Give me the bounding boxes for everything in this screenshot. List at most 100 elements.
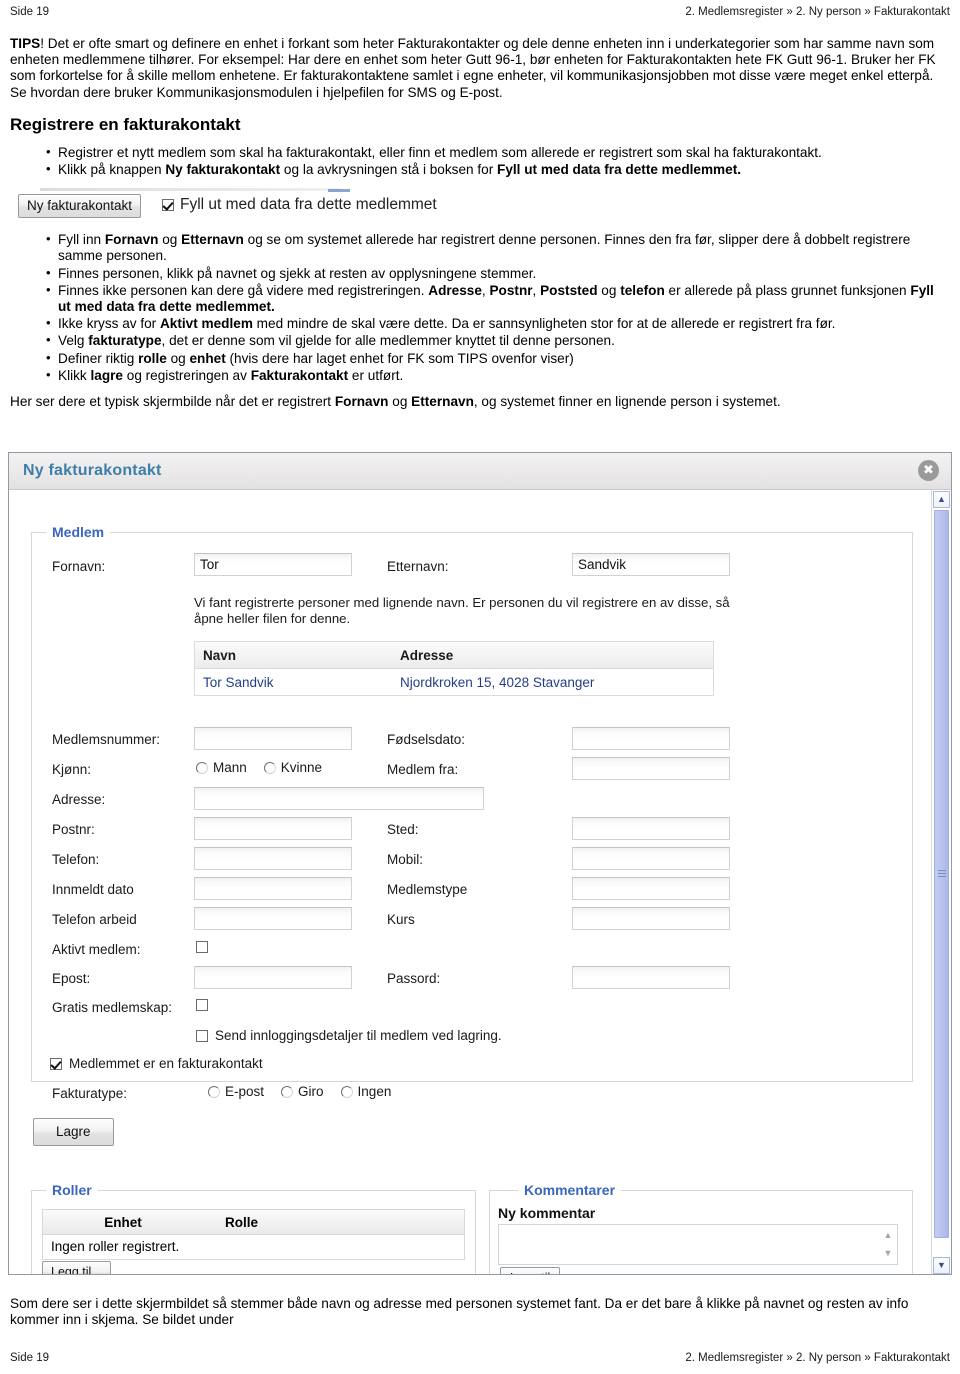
adresse-input[interactable] <box>194 787 484 810</box>
legg-til-kommentar-button[interactable]: Legg til <box>500 1267 561 1274</box>
column-header-enhet: Enhet <box>104 1214 142 1230</box>
kurs-input[interactable] <box>572 907 730 930</box>
fakturatype-radio-group[interactable]: E-post Giro Ingen <box>208 1084 391 1099</box>
cell-adresse: Njordkroken 15, 4028 Stavanger <box>400 674 595 690</box>
scroll-down-arrow-icon[interactable]: ▼ <box>880 1244 896 1262</box>
text-fragment-0: Finnes personen, klikk på navnet og sjek… <box>58 265 537 281</box>
text-fragment-7: telefon <box>620 282 665 298</box>
sted-label: Sted: <box>387 822 419 837</box>
bullet-2-part-c: og la avkrysningen stå i boksen for <box>280 162 498 178</box>
kjonn-label: Kjønn: <box>52 762 92 777</box>
close-icon[interactable]: ✖ <box>918 460 939 481</box>
text-fragment-2: og <box>166 350 190 366</box>
text-fragment-1: fakturatype <box>88 333 162 349</box>
table-row[interactable]: Tor Sandvik Njordkroken 15, 4028 Stavang… <box>195 669 713 695</box>
bullet-2-part-b: Ny fakturakontakt <box>165 162 281 178</box>
text-fragment-2: og <box>388 394 412 410</box>
text-fragment-6: og <box>597 282 621 298</box>
page-header: Side 19 2. Medlemsregister » 2. Ny perso… <box>0 6 960 28</box>
text-fragment-0: Ikke kryss av for <box>58 316 160 332</box>
breadcrumb-header: 2. Medlemsregister » 2. Ny person » Fakt… <box>685 6 950 18</box>
cell-navn[interactable]: Tor Sandvik <box>195 675 400 690</box>
lagre-button[interactable]: Lagre <box>33 1118 114 1146</box>
postnr-input[interactable] <box>194 817 352 840</box>
text-fragment-3: Fakturakontakt <box>250 367 349 383</box>
ny-kommentar-label: Ny kommentar <box>498 1205 596 1221</box>
text-fragment-0: Fyll inn <box>58 232 105 248</box>
table-header-row: Enhet Rolle <box>43 1210 464 1235</box>
fakturatype-ingen-radio[interactable] <box>340 1085 353 1098</box>
text-fragment-5: Poststed <box>540 282 598 298</box>
medlemstype-input[interactable] <box>572 877 730 900</box>
etternavn-input[interactable]: Sandvik <box>572 553 730 576</box>
text-fragment-1: Adresse <box>428 282 482 298</box>
fodselsdato-label: Fødselsdato: <box>387 732 466 747</box>
kommentarer-fieldset: Kommentarer Ny kommentar ▲ ▼ Legg til <box>489 1182 913 1274</box>
bullet-2-part-d: Fyll ut med data fra dette medlemmet. <box>497 162 742 178</box>
dialog-scrollbar[interactable]: ▲ ▼ <box>931 490 951 1274</box>
section-title: Registrere en fakturakontakt <box>10 114 241 134</box>
mobil-input[interactable] <box>572 847 730 870</box>
gratis-medlemskap-checkbox[interactable] <box>196 999 208 1011</box>
fornavn-input[interactable]: Tor <box>194 553 352 576</box>
textarea-scroll-arrows[interactable]: ▲ ▼ <box>880 1226 896 1263</box>
medlem-fra-input[interactable] <box>572 757 730 780</box>
fyll-ut-med-data-checkbox[interactable] <box>162 199 174 212</box>
send-innlogging-row[interactable]: Send innloggingsdetaljer til medlem ved … <box>196 1028 502 1043</box>
text-fragment-2: og registreringen av <box>122 367 251 383</box>
scroll-up-arrow-icon[interactable]: ▲ <box>880 1226 896 1244</box>
er-fakturakontakt-checkbox[interactable] <box>50 1057 62 1070</box>
column-header-navn: Navn <box>203 647 237 663</box>
scroll-down-arrow-icon[interactable]: ▼ <box>933 1257 950 1274</box>
list-item: Ikke kryss av for Aktivt medlem med mind… <box>46 315 950 332</box>
passord-input[interactable] <box>572 966 730 989</box>
list-item: Finnes personen, klikk på navnet og sjek… <box>46 265 950 282</box>
medlemsnummer-input[interactable] <box>194 727 352 750</box>
scroll-up-arrow-icon[interactable]: ▲ <box>933 491 950 508</box>
sted-input[interactable] <box>572 817 730 840</box>
kjonn-mann-label: Mann <box>213 760 247 775</box>
fakturatype-ingen-label: Ingen <box>357 1084 392 1099</box>
list-item: Definer riktig rolle og enhet (hvis dere… <box>46 350 950 367</box>
innmeldt-dato-input[interactable] <box>194 877 352 900</box>
scrollbar-grip-icon <box>938 870 946 878</box>
tips-paragraph: TIPS! Det er ofte smart og definere en e… <box>10 36 950 101</box>
epost-input[interactable] <box>194 966 352 989</box>
text-fragment-0: Klikk <box>58 367 91 383</box>
postnr-label: Postnr: <box>52 822 95 837</box>
ny-fakturakontakt-button[interactable]: Ny fakturakontakt <box>18 194 142 219</box>
text-fragment-4: , og systemet finner en lignende person … <box>473 394 781 410</box>
passord-label: Passord: <box>387 971 441 986</box>
bullet-2-part-a: Klikk på knappen <box>58 162 166 178</box>
fakturatype-giro-radio[interactable] <box>281 1085 294 1098</box>
aktivt-medlem-checkbox[interactable] <box>196 941 208 953</box>
text-fragment-2: , det er denne som vil gjelde for alle m… <box>161 333 615 349</box>
fakturatype-epost-radio[interactable] <box>208 1085 220 1098</box>
fyll-ut-med-data-checkbox-row[interactable]: Fyll ut med data fra dette medlemmet <box>162 196 437 214</box>
text-fragment-3: Postnr <box>489 282 533 298</box>
kjonn-mann-radio[interactable] <box>196 761 208 774</box>
fodselsdato-input[interactable] <box>572 727 730 750</box>
intro-after-bullets: Her ser dere et typisk skjermbilde når d… <box>10 394 950 410</box>
page-number-header: Side 19 <box>10 6 50 18</box>
er-fakturakontakt-row[interactable]: Medlemmet er en fakturakontakt <box>50 1056 263 1071</box>
adresse-label: Adresse: <box>52 792 106 807</box>
er-fakturakontakt-label: Medlemmet er en fakturakontakt <box>69 1056 263 1071</box>
send-innlogging-checkbox[interactable] <box>196 1029 208 1042</box>
similar-persons-table[interactable]: Navn Adresse Tor Sandvik Njordkroken 15,… <box>194 641 714 696</box>
ny-kommentar-textarea[interactable]: ▲ ▼ <box>498 1224 898 1265</box>
text-fragment-0: Finnes ikke personen kan dere gå videre … <box>58 282 429 298</box>
kjonn-kvinne-radio[interactable] <box>263 761 276 774</box>
scrollbar-thumb[interactable] <box>934 510 949 1238</box>
gratis-medlemskap-label: Gratis medlemskap: <box>52 1000 173 1015</box>
etternavn-label: Etternavn: <box>387 559 449 574</box>
tips-label: TIPS <box>10 36 41 51</box>
breadcrumb-footer: 2. Medlemsregister » 2. Ny person » Fakt… <box>685 1352 950 1364</box>
kjonn-radio-group[interactable]: Mann Kvinne <box>196 760 322 775</box>
telefon-input[interactable] <box>194 847 352 870</box>
telefon-arbeid-input[interactable] <box>194 907 352 930</box>
text-fragment-3: Etternavn <box>411 394 474 410</box>
legg-til-rolle-button[interactable]: Legg til... <box>42 1261 111 1274</box>
column-header-rolle: Rolle <box>225 1214 259 1230</box>
text-fragment-0: Velg <box>58 333 89 349</box>
